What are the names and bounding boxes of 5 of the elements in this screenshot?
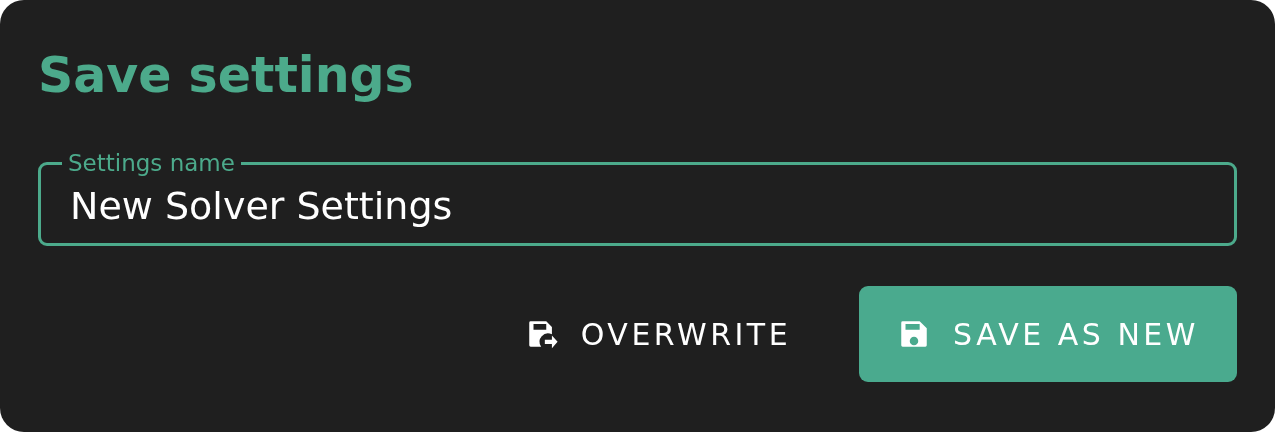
dialog-title: Save settings <box>38 46 414 106</box>
field-value: New Solver Settings <box>70 184 453 228</box>
input-field[interactable]: Settings name New Solver Settings <box>38 150 1237 246</box>
overwrite-button[interactable]: OVERWRITE <box>524 286 810 382</box>
field-label: Settings name <box>67 150 236 176</box>
